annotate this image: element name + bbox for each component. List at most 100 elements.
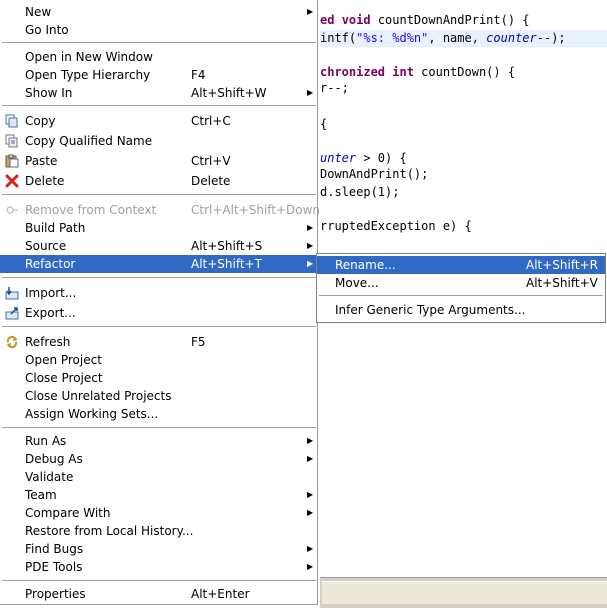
menu-item-go-into[interactable]: Go Into xyxy=(0,21,318,39)
submenu-item-move[interactable]: Move... Alt+Shift+V xyxy=(317,274,605,292)
code-token: r--; xyxy=(320,81,349,95)
submenu-arrow-icon: ▶ xyxy=(307,562,314,571)
menu-item-refresh[interactable]: Refresh F5 xyxy=(0,333,318,351)
menu-item-label: Remove from Context xyxy=(25,203,157,217)
menu-item-label: Build Path xyxy=(25,221,86,235)
menu-item-export[interactable]: Export... xyxy=(0,304,318,322)
menu-item-accelerator: Alt+Enter xyxy=(191,587,250,601)
code-token: --); xyxy=(536,31,566,45)
menu-item-open-project[interactable]: Open Project xyxy=(0,351,318,369)
menu-item-label: Compare With xyxy=(25,506,111,520)
code-token: rruptedException e) { xyxy=(320,219,472,233)
menu-item-paste[interactable]: Paste Ctrl+V xyxy=(0,152,318,170)
menu-item-label: Open in New Window xyxy=(25,50,153,64)
submenu-item-infer-generic-type-arguments[interactable]: Infer Generic Type Arguments... xyxy=(317,301,605,319)
menu-separator xyxy=(2,580,316,582)
submenu-arrow-icon: ▶ xyxy=(307,223,314,232)
code-token: ed xyxy=(320,13,342,27)
code-token: d.sleep(1); xyxy=(320,185,400,199)
refactor-submenu: Rename... Alt+Shift+R Move... Alt+Shift+… xyxy=(316,253,606,323)
code-line: intf("%s: %d%n", name, counter--); xyxy=(320,30,607,47)
menu-item-label: PDE Tools xyxy=(25,560,83,574)
menu-item-debug-as[interactable]: Debug As ▶ xyxy=(0,450,318,468)
menu-item-accelerator: Ctrl+V xyxy=(191,154,231,168)
menu-item-remove-from-context: Remove from Context Ctrl+Alt+Shift+Down xyxy=(0,201,321,219)
menu-separator xyxy=(2,427,316,429)
code-token: > 0) { xyxy=(356,151,407,165)
menu-item-copy-qualified-name[interactable]: Copy Qualified Name xyxy=(0,132,318,150)
copy-qualified-icon xyxy=(5,134,19,148)
menu-item-validate[interactable]: Validate xyxy=(0,468,318,486)
code-token: countDown() { xyxy=(421,65,516,79)
menu-item-label: Assign Working Sets... xyxy=(25,407,159,421)
menu-item-label: Refresh xyxy=(25,335,71,349)
menu-item-accelerator: Alt+Shift+T xyxy=(191,257,262,271)
bottom-panel xyxy=(320,577,607,608)
menu-separator xyxy=(2,105,316,107)
menu-item-open-new-window[interactable]: Open in New Window xyxy=(0,48,318,66)
code-line: chronized int countDown() { xyxy=(320,64,515,81)
menu-item-accelerator: Delete xyxy=(191,174,231,188)
export-icon xyxy=(5,306,19,320)
menu-item-accelerator: Alt+Shift+S xyxy=(191,239,263,253)
menu-item-build-path[interactable]: Build Path ▶ xyxy=(0,219,318,237)
menu-item-close-unrelated-projects[interactable]: Close Unrelated Projects xyxy=(0,387,318,405)
menu-item-compare-with[interactable]: Compare With ▶ xyxy=(0,504,318,522)
submenu-arrow-icon: ▶ xyxy=(307,490,314,499)
menu-item-label: Export... xyxy=(25,306,76,320)
submenu-arrow-icon: ▶ xyxy=(307,436,314,445)
menu-item-new[interactable]: New ▶ xyxy=(0,3,318,21)
bottom-panel-tab[interactable] xyxy=(322,581,607,604)
copy-icon xyxy=(5,114,19,128)
menu-item-label: Import... xyxy=(25,286,77,300)
menu-item-source[interactable]: Source Alt+Shift+S ▶ xyxy=(0,237,318,255)
menu-item-properties[interactable]: Properties Alt+Enter xyxy=(0,585,318,603)
menu-item-find-bugs[interactable]: Find Bugs ▶ xyxy=(0,540,318,558)
submenu-arrow-icon: ▶ xyxy=(307,454,314,463)
menu-item-label: Run As xyxy=(25,434,67,448)
menu-item-label: Restore from Local History... xyxy=(25,524,194,538)
code-token: , name, xyxy=(428,31,487,45)
menu-item-label: Source xyxy=(25,239,67,253)
submenu-item-rename[interactable]: Rename... Alt+Shift+R xyxy=(317,256,605,274)
menu-item-accelerator: Alt+Shift+R xyxy=(526,258,598,272)
menu-item-label: Go Into xyxy=(25,23,69,37)
submenu-arrow-icon: ▶ xyxy=(307,7,314,16)
code-token: unter xyxy=(320,151,357,165)
submenu-arrow-icon: ▶ xyxy=(307,241,314,250)
menu-item-run-as[interactable]: Run As ▶ xyxy=(0,432,318,450)
menu-item-refactor[interactable]: Refactor Alt+Shift+T ▶ xyxy=(0,255,318,273)
import-icon xyxy=(5,286,19,300)
menu-item-show-in[interactable]: Show In Alt+Shift+W ▶ xyxy=(0,84,318,102)
menu-item-accelerator: F4 xyxy=(191,68,206,82)
menu-item-pde-tools[interactable]: PDE Tools ▶ xyxy=(0,558,318,576)
menu-item-import[interactable]: Import... xyxy=(0,284,318,302)
menu-item-assign-working-sets[interactable]: Assign Working Sets... xyxy=(0,405,318,423)
menu-item-accelerator: Alt+Shift+V xyxy=(526,276,598,290)
menu-item-label: Paste xyxy=(25,154,58,168)
menu-item-label: Close Unrelated Projects xyxy=(25,389,172,403)
menu-item-restore-local-history[interactable]: Restore from Local History... xyxy=(0,522,318,540)
submenu-arrow-icon: ▶ xyxy=(307,544,314,553)
menu-item-accelerator: Ctrl+C xyxy=(191,114,231,128)
menu-item-label: Delete xyxy=(25,174,65,188)
code-line: DownAndPrint(); xyxy=(320,166,428,183)
menu-item-label: Copy xyxy=(25,114,56,128)
menu-item-delete[interactable]: Delete Delete xyxy=(0,172,318,190)
code-token: void xyxy=(341,13,378,27)
menu-item-label: Find Bugs xyxy=(25,542,84,556)
code-token: countDownAndPrint() { xyxy=(377,13,530,27)
menu-item-label: Properties xyxy=(25,587,86,601)
menu-item-open-type-hierarchy[interactable]: Open Type Hierarchy F4 xyxy=(0,66,318,84)
menu-item-label: Refactor xyxy=(25,257,76,271)
menu-item-copy[interactable]: Copy Ctrl+C xyxy=(0,112,318,130)
remove-context-icon xyxy=(5,203,19,217)
menu-separator xyxy=(2,326,316,328)
menu-item-team[interactable]: Team ▶ xyxy=(0,486,318,504)
code-line: r--; xyxy=(320,80,349,97)
submenu-arrow-icon: ▶ xyxy=(307,508,314,517)
delete-icon xyxy=(5,174,19,188)
menu-item-label: Validate xyxy=(25,470,74,484)
menu-item-close-project[interactable]: Close Project xyxy=(0,369,318,387)
menu-item-accelerator: Ctrl+Alt+Shift+Down xyxy=(191,203,321,217)
